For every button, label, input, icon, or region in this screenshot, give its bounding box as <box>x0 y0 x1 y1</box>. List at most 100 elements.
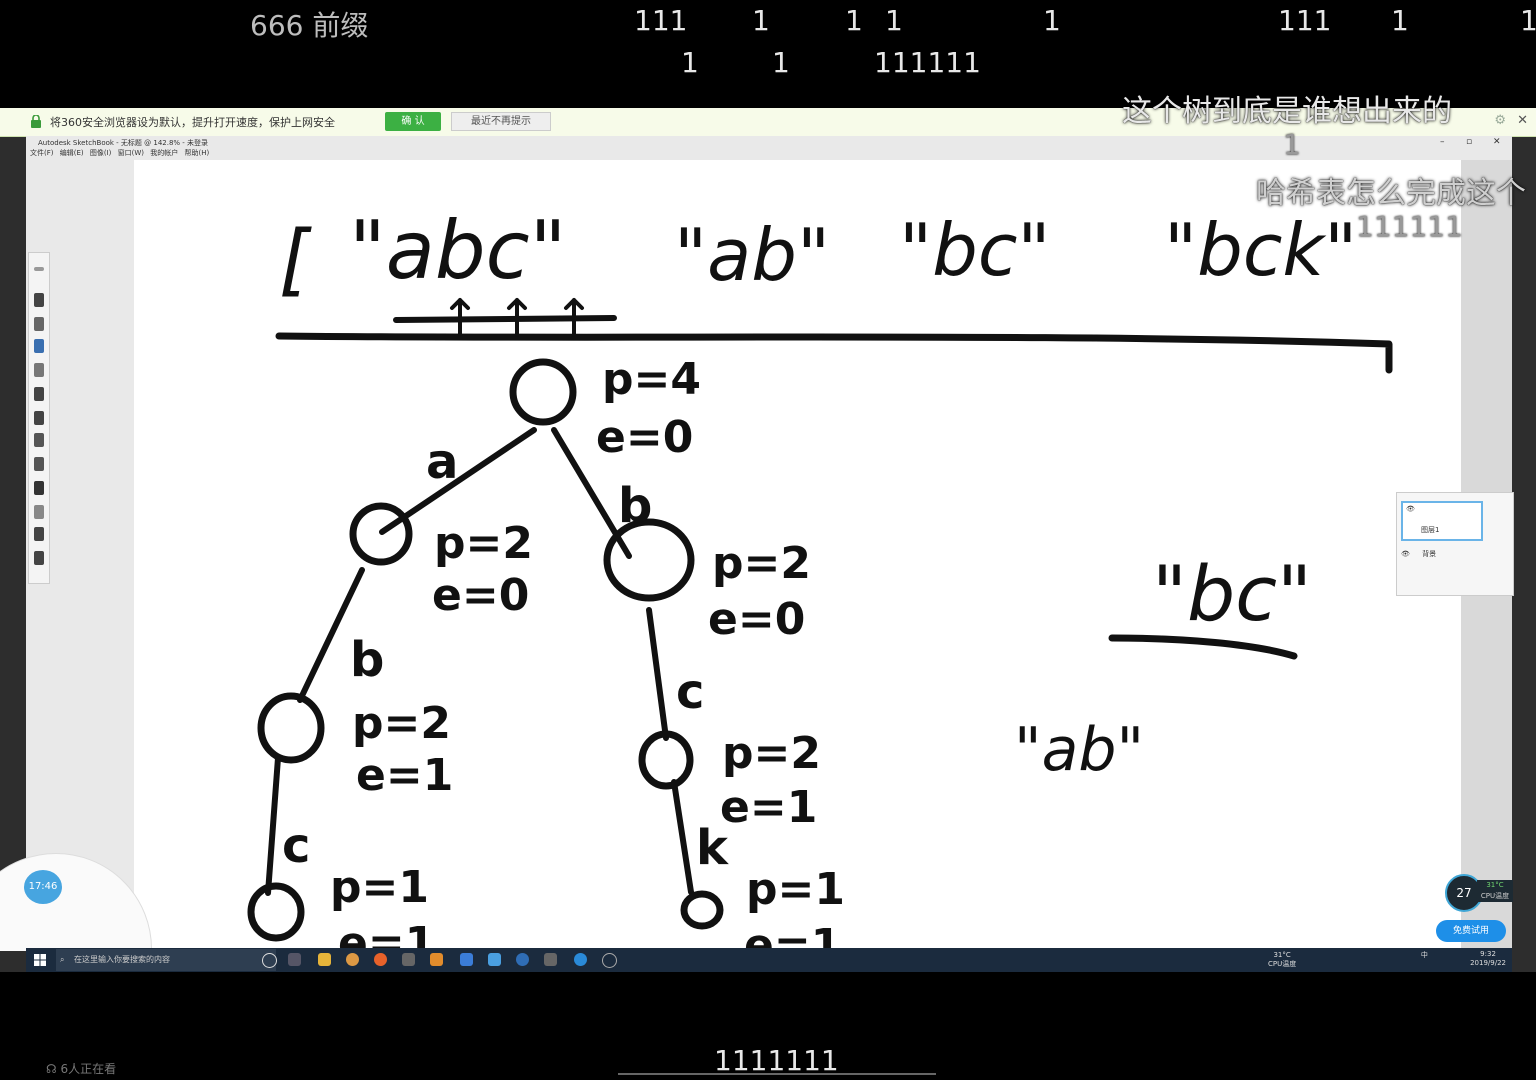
eye-icon[interactable]: 👁 <box>1401 550 1410 558</box>
edge-browser-icon[interactable] <box>574 953 587 966</box>
confirm-button[interactable]: 确 认 <box>385 112 441 131</box>
menu-help[interactable]: 帮助(H) <box>184 149 209 157</box>
danmaku-comment: 111111 <box>1356 210 1463 243</box>
node-label-p: p=2 <box>712 538 811 589</box>
tree-edge <box>265 755 281 896</box>
trie-node <box>638 730 694 790</box>
app-icon[interactable] <box>602 953 617 968</box>
sketchbook-icon[interactable] <box>430 953 443 966</box>
trie-node <box>680 890 724 930</box>
tray-cpu-temp: 31°C CPU温度 <box>1268 951 1296 969</box>
node-label-e: e=0 <box>432 570 529 621</box>
edge-label: c <box>676 664 704 720</box>
minimize-button[interactable]: – <box>1440 137 1445 147</box>
smudge-tool-icon[interactable] <box>34 481 44 495</box>
fill-tool-icon[interactable] <box>34 551 44 565</box>
tree-edge <box>671 779 694 895</box>
task-view-icon[interactable] <box>288 953 301 966</box>
danmaku-comment: 1 <box>1520 4 1536 37</box>
danmaku-comment: 这个树到底是谁想出来的 <box>1122 94 1452 129</box>
layer-name: 背景 <box>1422 550 1437 558</box>
paint-tool-icon[interactable] <box>34 527 44 541</box>
search-placeholder: 在这里输入你要搜索的内容 <box>74 955 170 964</box>
edge-label: b <box>350 632 384 688</box>
node-label-e: e=1 <box>356 750 453 801</box>
edge-label: a <box>426 434 458 490</box>
eraser-tool-icon[interactable] <box>34 387 44 401</box>
node-label-p: p=1 <box>746 864 845 915</box>
cpu-temp-value: 31°C <box>1486 881 1504 889</box>
danmaku-comment: 1 <box>1283 128 1301 161</box>
tray-temp-value: 31°C <box>1273 951 1291 959</box>
header-word: "ab" <box>674 213 830 297</box>
app-icon[interactable] <box>488 953 501 966</box>
header-word: "bck" <box>1164 208 1357 292</box>
layer-name: 图层1 <box>1421 526 1440 534</box>
chrome-icon[interactable] <box>346 953 359 966</box>
brush-tool-icon[interactable] <box>34 363 44 377</box>
maximize-button[interactable]: ▫ <box>1466 137 1472 147</box>
viewers-icon: ☊ <box>46 1062 61 1076</box>
trie-node <box>509 358 577 426</box>
eye-icon[interactable]: 👁 <box>1406 505 1415 513</box>
airbrush-tool-icon[interactable] <box>34 411 44 425</box>
ime-indicator[interactable]: 中 <box>1421 951 1428 959</box>
pencil-tool-icon[interactable] <box>34 293 44 307</box>
progress-bar[interactable] <box>618 1073 936 1075</box>
settings-icon[interactable]: ⚙ <box>1494 113 1506 128</box>
node-label-p: p=2 <box>722 728 821 779</box>
tree-edge <box>646 607 669 741</box>
header-word: "bc" <box>899 208 1051 292</box>
file-explorer-icon[interactable] <box>318 953 331 966</box>
dismiss-button[interactable]: 最近不再提示 <box>451 112 551 131</box>
layer-item[interactable]: 👁 图层1 <box>1401 501 1483 541</box>
danmaku-comment: 1 <box>772 46 790 79</box>
menu-file[interactable]: 文件(F) <box>30 149 54 157</box>
app-icon[interactable] <box>460 953 473 966</box>
underline-stroke <box>1108 634 1298 660</box>
node-label-p: p=2 <box>352 698 451 749</box>
windows-taskbar: ⌕ 在这里输入你要搜索的内容 31°C CPU温度 中 9:32 2019/9/… <box>26 948 1512 972</box>
node-label-e: e=0 <box>596 412 693 463</box>
side-word: "bc" <box>1152 549 1312 638</box>
bracket-glyph: [ <box>279 215 312 305</box>
menu-edit[interactable]: 编辑(E) <box>60 149 84 157</box>
app-icon[interactable] <box>402 953 415 966</box>
handwritten-trie-drawing: [ "abc" "ab" "bc" "bck" p=4 e=0 p=2 e=0 … <box>247 204 1393 948</box>
drawing-canvas[interactable]: [ "abc" "ab" "bc" "bck" p=4 e=0 p=2 e=0 … <box>134 160 1461 948</box>
menu-image[interactable]: 图像(I) <box>90 149 112 157</box>
close-icon[interactable]: ✕ <box>1517 113 1528 128</box>
tray-clock[interactable]: 9:32 2019/9/22 <box>1470 950 1506 968</box>
chisel-tool-icon[interactable] <box>34 457 44 471</box>
tray-date: 2019/9/22 <box>1470 959 1506 967</box>
free-trial-button[interactable]: 免费试用 <box>1436 920 1506 942</box>
inkpen-tool-icon[interactable] <box>34 433 44 447</box>
marker-tool-icon[interactable] <box>34 317 44 331</box>
edge-label: b <box>618 478 652 534</box>
windows-start-icon[interactable] <box>34 954 46 966</box>
menu-window[interactable]: 窗口(W) <box>118 149 144 157</box>
toolbar-handle-icon[interactable] <box>34 267 44 271</box>
node-label-e: e=1 <box>338 918 435 948</box>
firefox-icon[interactable] <box>374 953 387 966</box>
menu-account[interactable]: 我的帐户 <box>150 149 178 157</box>
app-icon[interactable] <box>516 953 529 966</box>
danmaku-comment: 1 <box>885 4 903 37</box>
trie-node <box>257 692 325 764</box>
viewer-count: ☊ 6人正在看 <box>46 1060 116 1077</box>
danmaku-comment: 111 <box>634 4 688 37</box>
window-title: Autodesk SketchBook - 无标题 @ 142.8% - 未登录 <box>38 139 209 147</box>
pen-tool-icon[interactable] <box>34 339 44 353</box>
trie-node <box>247 882 305 942</box>
blur-tool-icon[interactable] <box>34 505 44 519</box>
screen-share: 将360安全浏览器设为默认，提升打开速度，保护上网安全 确 认 最近不再提示 ⚙… <box>0 108 1536 972</box>
cortana-icon[interactable] <box>262 953 277 968</box>
danmaku-comment: 111 <box>1278 4 1332 37</box>
clock-bubble[interactable]: 17:46 <box>24 870 62 904</box>
notice-message: 将360安全浏览器设为默认，提升打开速度，保护上网安全 <box>50 116 335 129</box>
app-icon[interactable] <box>544 953 557 966</box>
close-button[interactable]: ✕ <box>1493 137 1501 147</box>
layer-item[interactable]: 👁 背景 <box>1401 549 1505 575</box>
taskbar-search-input[interactable]: ⌕ 在这里输入你要搜索的内容 <box>56 949 276 971</box>
sketchbook-window: Autodesk SketchBook - 无标题 @ 142.8% - 未登录… <box>26 136 1512 948</box>
